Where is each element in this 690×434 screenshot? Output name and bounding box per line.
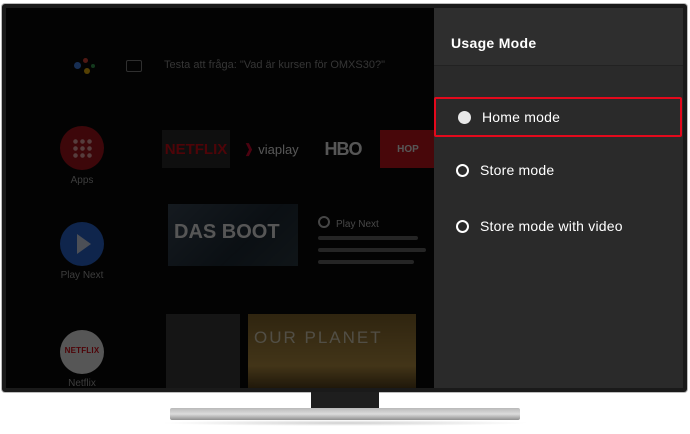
viaplay-tile: ❱ viaplay <box>238 130 304 168</box>
netflix-app-button: NETFLIX <box>60 330 104 374</box>
play-next-info-label: Play Next <box>336 219 379 230</box>
play-next-info: Play Next <box>318 216 379 230</box>
our-planet-tile: OUR PLANET <box>248 314 416 388</box>
bottom-tile <box>166 314 240 388</box>
option-store-mode[interactable]: Store mode <box>434 150 683 192</box>
radio-unselected-icon <box>456 164 469 177</box>
option-label: Home mode <box>482 109 561 125</box>
play-next-button <box>60 222 104 266</box>
option-label: Store mode with video <box>480 218 623 234</box>
hop-tile: HOP <box>380 130 436 168</box>
menu-header: Usage Mode <box>434 8 683 66</box>
hero-thumbnail: DAS BOOT <box>168 204 298 266</box>
viaplay-label: viaplay <box>258 141 299 157</box>
our-planet-title: OUR PLANET <box>254 328 383 347</box>
info-line <box>318 260 414 264</box>
usage-mode-panel: Usage Mode Home mode Store mode Store mo… <box>434 8 683 388</box>
menu-title: Usage Mode <box>451 35 537 51</box>
hero-title: DAS BOOT <box>174 221 280 243</box>
tv-stand-neck <box>311 392 379 408</box>
radio-selected-icon <box>458 111 471 124</box>
option-home-mode[interactable]: Home mode <box>434 97 682 137</box>
hbo-tile: HBO <box>324 138 363 159</box>
play-next-label: Play Next <box>60 270 104 281</box>
home-screen-background: Testa att fråga: "Vad är kursen för OMXS… <box>6 8 436 388</box>
tv-frame: Testa att fråga: "Vad är kursen för OMXS… <box>2 4 687 392</box>
tv-screen: Testa att fråga: "Vad är kursen för OMXS… <box>6 8 683 388</box>
google-assistant-icon <box>72 56 96 80</box>
radio-unselected-icon <box>456 220 469 233</box>
netflix-tile: NETFLIX <box>162 130 230 168</box>
search-hint: Testa att fråga: "Vad är kursen för OMXS… <box>164 59 385 71</box>
apps-grid-icon <box>72 138 92 158</box>
info-line <box>318 236 418 240</box>
apps-button <box>60 126 104 170</box>
option-store-mode-with-video[interactable]: Store mode with video <box>434 206 683 248</box>
tv-stand-base <box>170 408 520 420</box>
play-next-dot-icon <box>318 216 330 228</box>
tv-stand-shadow <box>160 420 530 426</box>
info-line <box>318 248 426 252</box>
option-label: Store mode <box>480 162 555 178</box>
viaplay-chevron-icon: ❱ <box>243 141 255 156</box>
keyboard-icon <box>126 60 142 72</box>
apps-label: Apps <box>70 175 94 186</box>
netflix-label: Netflix <box>68 378 96 388</box>
netflix-logo: NETFLIX <box>64 346 100 355</box>
play-icon <box>77 234 91 254</box>
